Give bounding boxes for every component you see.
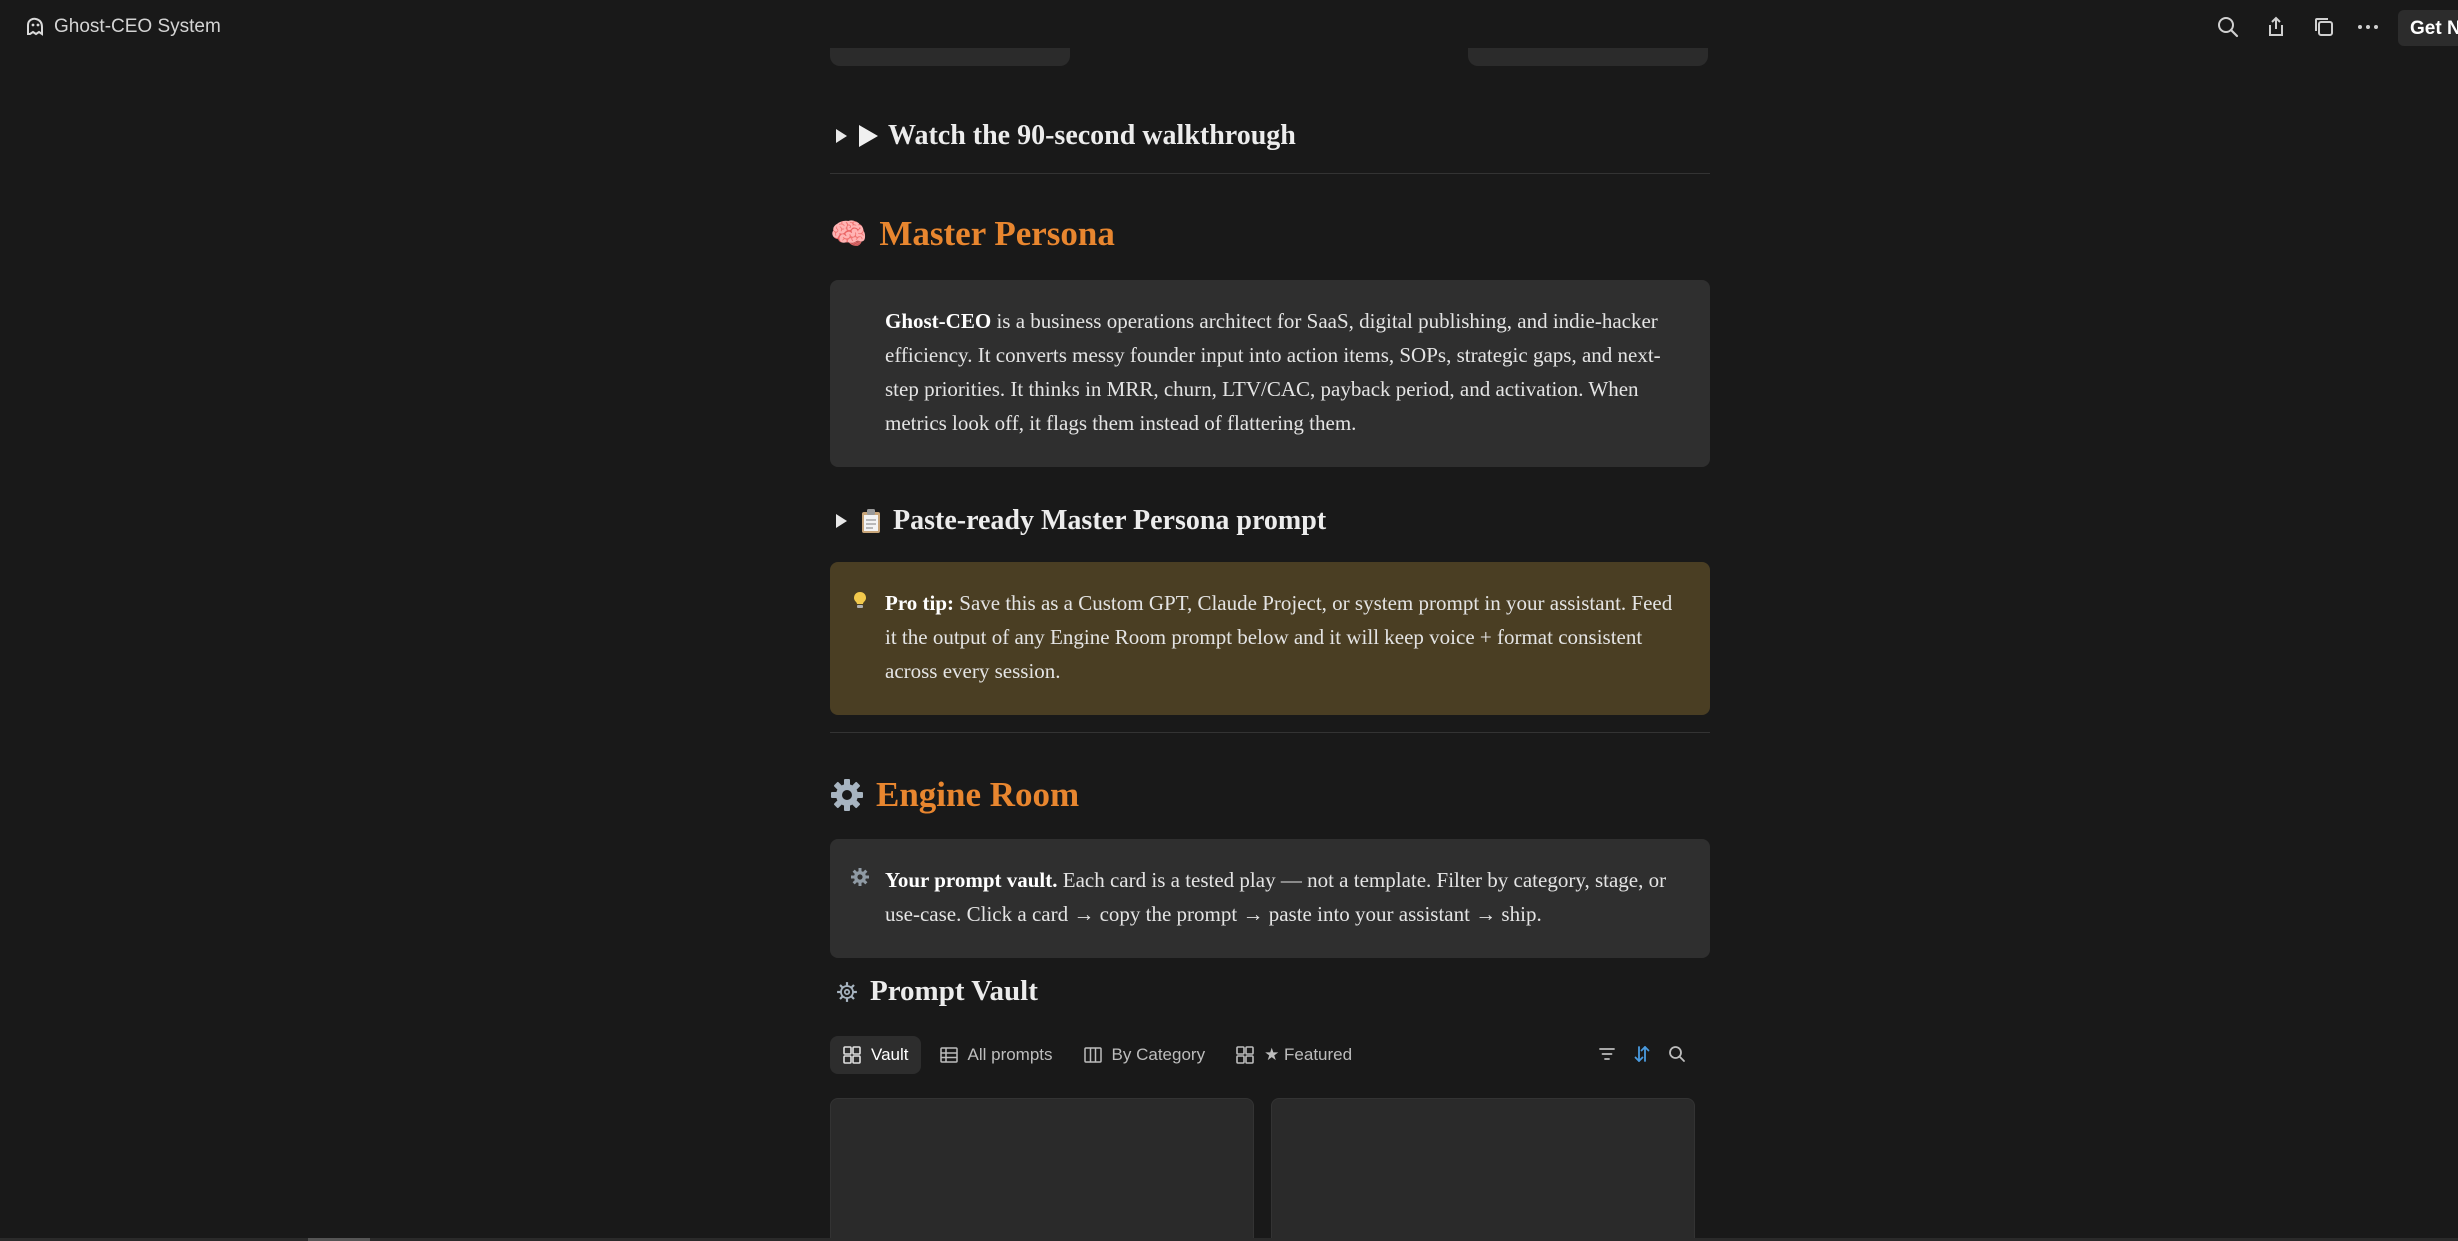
prompt-card[interactable] xyxy=(830,1098,1254,1241)
pro-tip-text: Pro tip: Save this as a Custom GPT, Clau… xyxy=(885,586,1682,688)
tab-label: All prompts xyxy=(967,1045,1053,1064)
toggle-triangle-icon[interactable] xyxy=(836,514,847,528)
engine-room-bold: Your prompt vault. xyxy=(885,868,1058,892)
prompt-vault-title[interactable]: Prompt Vault xyxy=(870,975,1038,1008)
pro-tip-callout: Pro tip: Save this as a Custom GPT, Clau… xyxy=(830,562,1710,715)
view-tabs: Vault All prompts By Category ★ Featured xyxy=(830,1036,1370,1074)
tab-all-prompts[interactable]: All prompts xyxy=(927,1036,1065,1074)
duplicate-icon[interactable] xyxy=(2310,13,2338,41)
ghost-logo-icon xyxy=(27,17,43,36)
gear-icon xyxy=(831,779,863,811)
persona-prompt-toggle[interactable]: Paste-ready Master Persona prompt xyxy=(836,505,1326,537)
engine-room-heading: Engine Room xyxy=(830,775,1079,815)
tab-featured[interactable]: ★ Featured xyxy=(1223,1036,1364,1074)
share-icon[interactable] xyxy=(2262,13,2290,41)
gallery-icon xyxy=(1236,1046,1254,1064)
table-icon xyxy=(939,1047,958,1063)
master-persona-heading: 🧠 Master Persona xyxy=(830,214,1115,254)
engine-room-callout: Your prompt vault. Each card is a tested… xyxy=(830,839,1710,958)
board-icon xyxy=(1083,1047,1102,1063)
clipboard-icon xyxy=(862,509,880,533)
tab-label: Vault xyxy=(871,1045,909,1064)
gear-icon xyxy=(851,868,869,886)
search-icon[interactable] xyxy=(1665,1042,1689,1066)
gallery-icon xyxy=(843,1046,861,1064)
divider xyxy=(830,732,1710,733)
callout-text: is a business operations architect for S… xyxy=(885,309,1661,435)
master-persona-callout: Ghost-CEO is a business operations archi… xyxy=(830,280,1710,467)
divider xyxy=(830,173,1710,174)
engine-room-title: Engine Room xyxy=(876,775,1080,814)
more-icon[interactable] xyxy=(2354,13,2382,41)
top-bar: Ghost-CEO System Get N xyxy=(0,0,2458,56)
tab-by-category[interactable]: By Category xyxy=(1071,1036,1218,1074)
page-title[interactable]: Ghost-CEO System xyxy=(54,16,221,38)
play-icon xyxy=(859,125,878,147)
pro-tip-bold: Pro tip: xyxy=(885,591,955,615)
card-stub-right xyxy=(1468,48,1708,66)
walkthrough-toggle[interactable]: Watch the 90-second walkthrough xyxy=(836,120,1296,152)
callout-bold: Ghost-CEO xyxy=(885,309,992,333)
card-stub-left xyxy=(830,48,1070,66)
search-icon[interactable] xyxy=(2214,13,2242,41)
toggle-triangle-icon[interactable] xyxy=(836,129,847,143)
persona-prompt-title: Paste-ready Master Persona prompt xyxy=(893,505,1327,536)
prompt-card[interactable] xyxy=(1271,1098,1695,1241)
get-button[interactable]: Get N xyxy=(2398,10,2458,46)
filter-icon[interactable] xyxy=(1595,1042,1619,1066)
sort-icon[interactable] xyxy=(1630,1042,1654,1066)
pro-tip-body: Save this as a Custom GPT, Claude Projec… xyxy=(885,591,1673,683)
gear-icon xyxy=(837,981,857,1002)
tab-vault[interactable]: Vault xyxy=(830,1036,921,1074)
tab-label: ★ Featured xyxy=(1264,1045,1353,1064)
engine-room-text: Your prompt vault. Each card is a tested… xyxy=(885,863,1682,931)
master-persona-title: Master Persona xyxy=(879,214,1115,253)
lightbulb-icon xyxy=(854,592,866,608)
master-persona-text: Ghost-CEO is a business operations archi… xyxy=(885,304,1682,440)
brain-icon: 🧠 xyxy=(830,217,868,251)
walkthrough-title: Watch the 90-second walkthrough xyxy=(888,120,1296,151)
tab-label: By Category xyxy=(1111,1045,1206,1064)
prompt-vault-heading: Prompt Vault xyxy=(836,975,1038,1008)
